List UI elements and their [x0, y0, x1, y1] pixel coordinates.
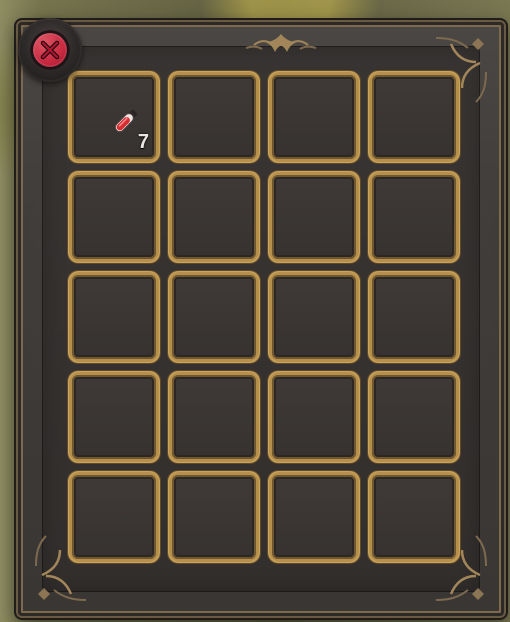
inventory-grid: 7: [68, 71, 460, 565]
inventory-slot-19[interactable]: [268, 471, 360, 563]
inventory-slot-9[interactable]: [68, 271, 160, 363]
inventory-slot-15[interactable]: [268, 371, 360, 463]
inventory-slot-12[interactable]: [368, 271, 460, 363]
inventory-slot-7[interactable]: [268, 171, 360, 263]
close-button-ring: [18, 18, 82, 82]
x-icon: [40, 40, 60, 60]
inventory-slot-2[interactable]: [168, 71, 260, 163]
inventory-slot-14[interactable]: [168, 371, 260, 463]
close-button[interactable]: [11, 18, 89, 82]
inventory-slot-16[interactable]: [368, 371, 460, 463]
inventory-slot-20[interactable]: [368, 471, 460, 563]
inventory-slot-11[interactable]: [268, 271, 360, 363]
inventory-slot-6[interactable]: [168, 171, 260, 263]
inventory-slot-5[interactable]: [68, 171, 160, 263]
inventory-slot-17[interactable]: [68, 471, 160, 563]
inventory-slot-1[interactable]: 7: [68, 71, 160, 163]
inventory-slot-3[interactable]: [268, 71, 360, 163]
crest-ornament: [245, 34, 317, 52]
inventory-slot-8[interactable]: [368, 171, 460, 263]
item-count: 7: [137, 131, 149, 153]
inventory-slot-10[interactable]: [168, 271, 260, 363]
close-button-badge: [30, 30, 70, 70]
inventory-slot-13[interactable]: [68, 371, 160, 463]
inventory-slot-18[interactable]: [168, 471, 260, 563]
inventory-slot-4[interactable]: [368, 71, 460, 163]
